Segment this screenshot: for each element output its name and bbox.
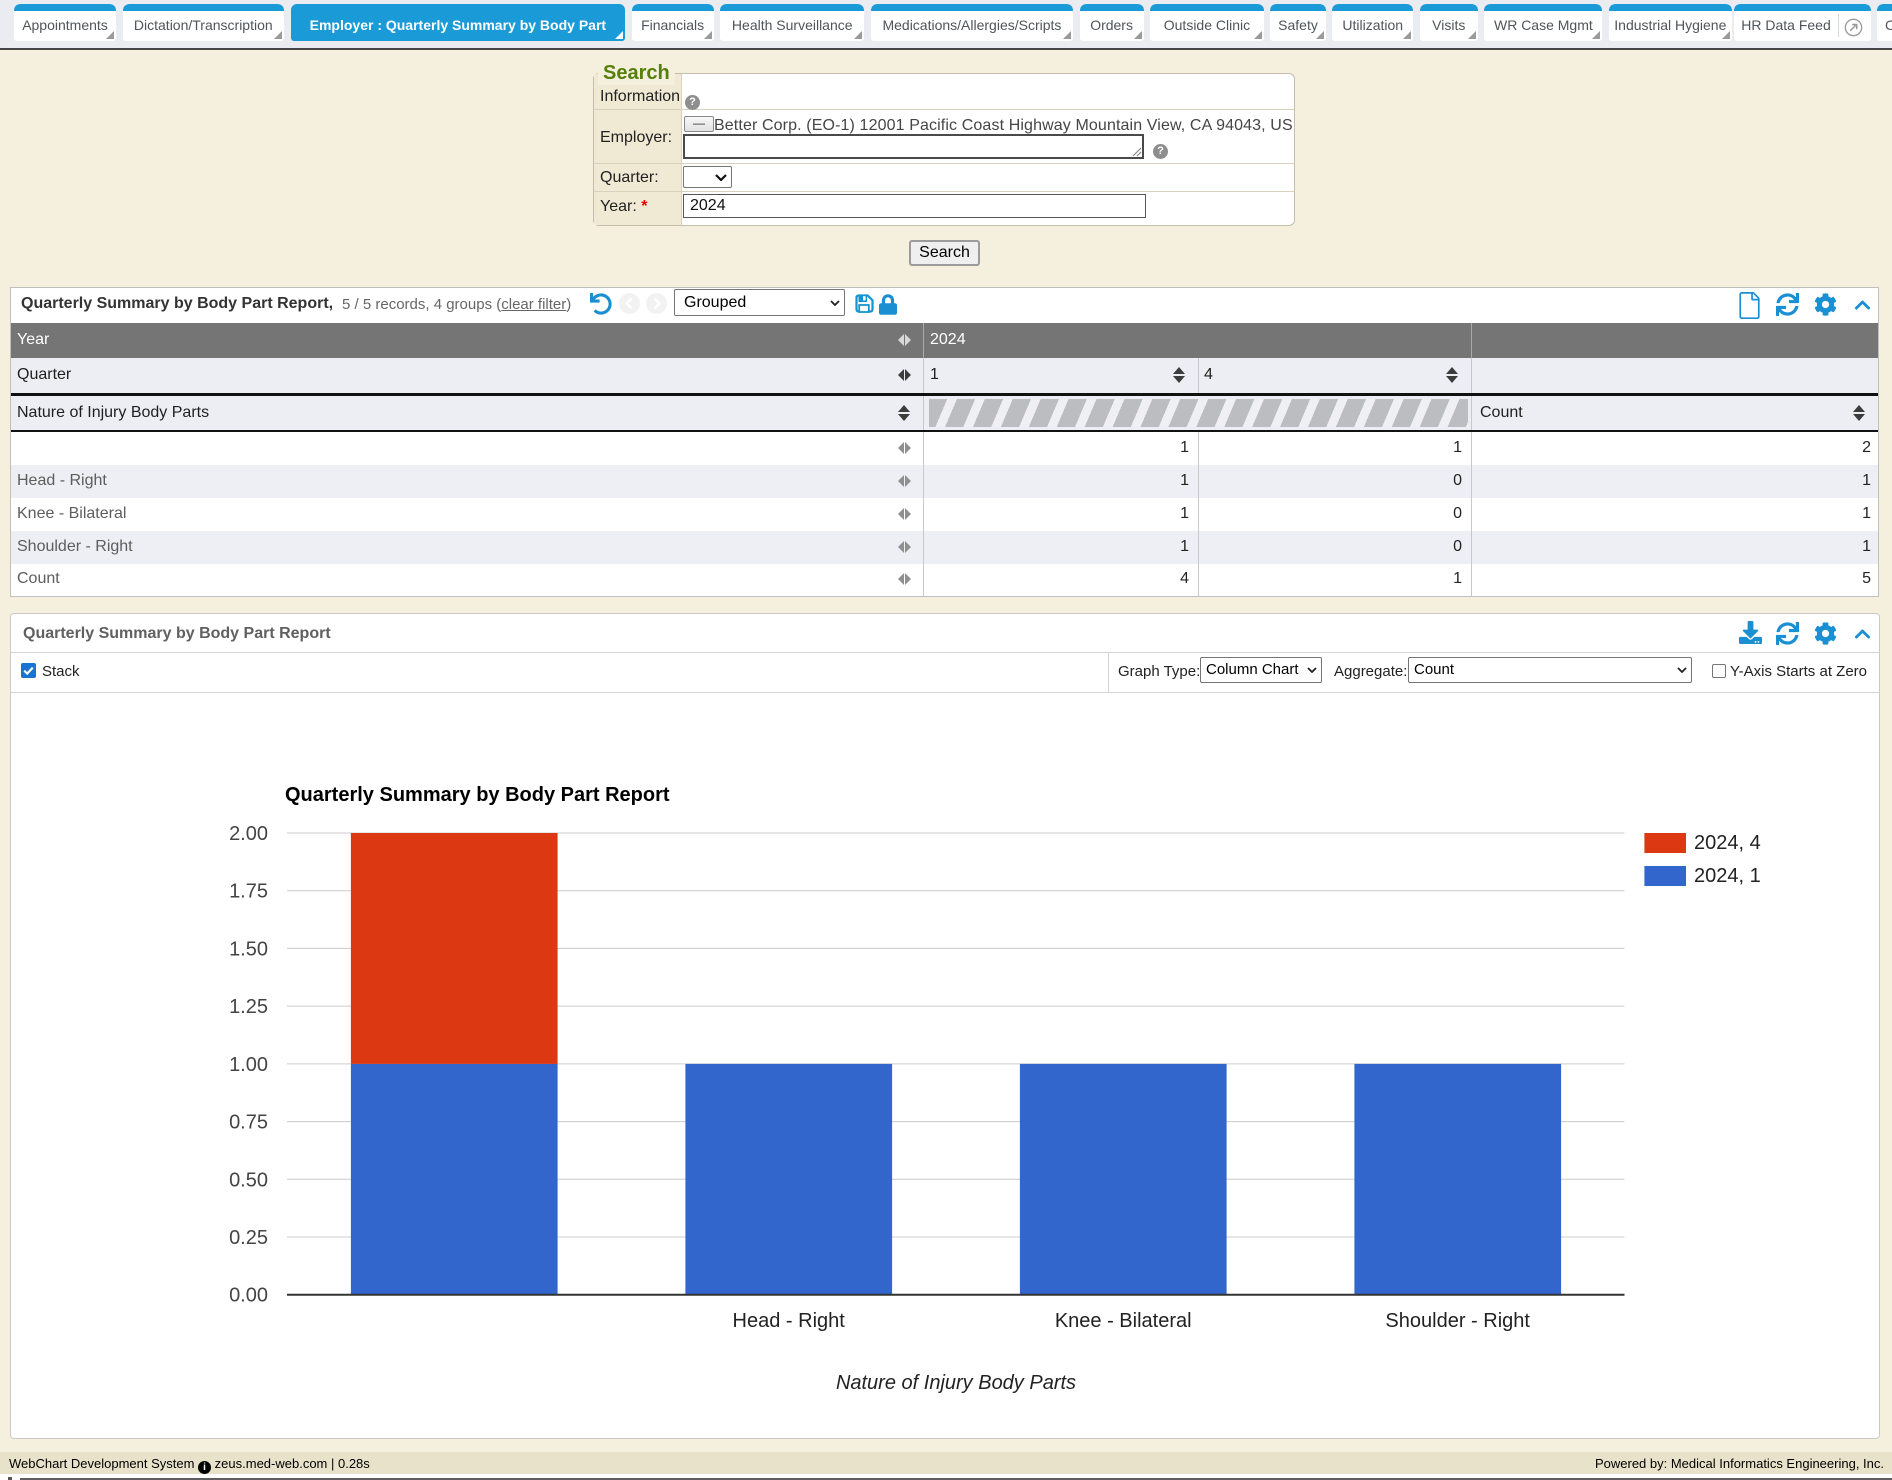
svg-text:Quarterly Summary by Body Part: Quarterly Summary by Body Part Report (285, 784, 670, 806)
svg-text:1.00: 1.00 (229, 1054, 268, 1076)
svg-text:0.00: 0.00 (229, 1285, 268, 1307)
svg-text:0.75: 0.75 (229, 1112, 268, 1134)
svg-text:Knee - Bilateral: Knee - Bilateral (1055, 1310, 1192, 1332)
svg-text:1.50: 1.50 (229, 938, 268, 960)
svg-text:1.25: 1.25 (229, 996, 268, 1018)
svg-text:Shoulder - Right: Shoulder - Right (1385, 1310, 1530, 1332)
svg-text:Nature of Injury Body Parts: Nature of Injury Body Parts (836, 1372, 1076, 1394)
svg-text:2024, 4: 2024, 4 (1694, 832, 1761, 854)
svg-text:0.25: 0.25 (229, 1227, 268, 1249)
svg-text:2.00: 2.00 (229, 823, 268, 845)
svg-text:1.75: 1.75 (229, 881, 268, 903)
svg-text:Head - Right: Head - Right (733, 1310, 846, 1332)
svg-text:0.50: 0.50 (229, 1169, 268, 1191)
svg-text:2024, 1: 2024, 1 (1694, 865, 1761, 887)
